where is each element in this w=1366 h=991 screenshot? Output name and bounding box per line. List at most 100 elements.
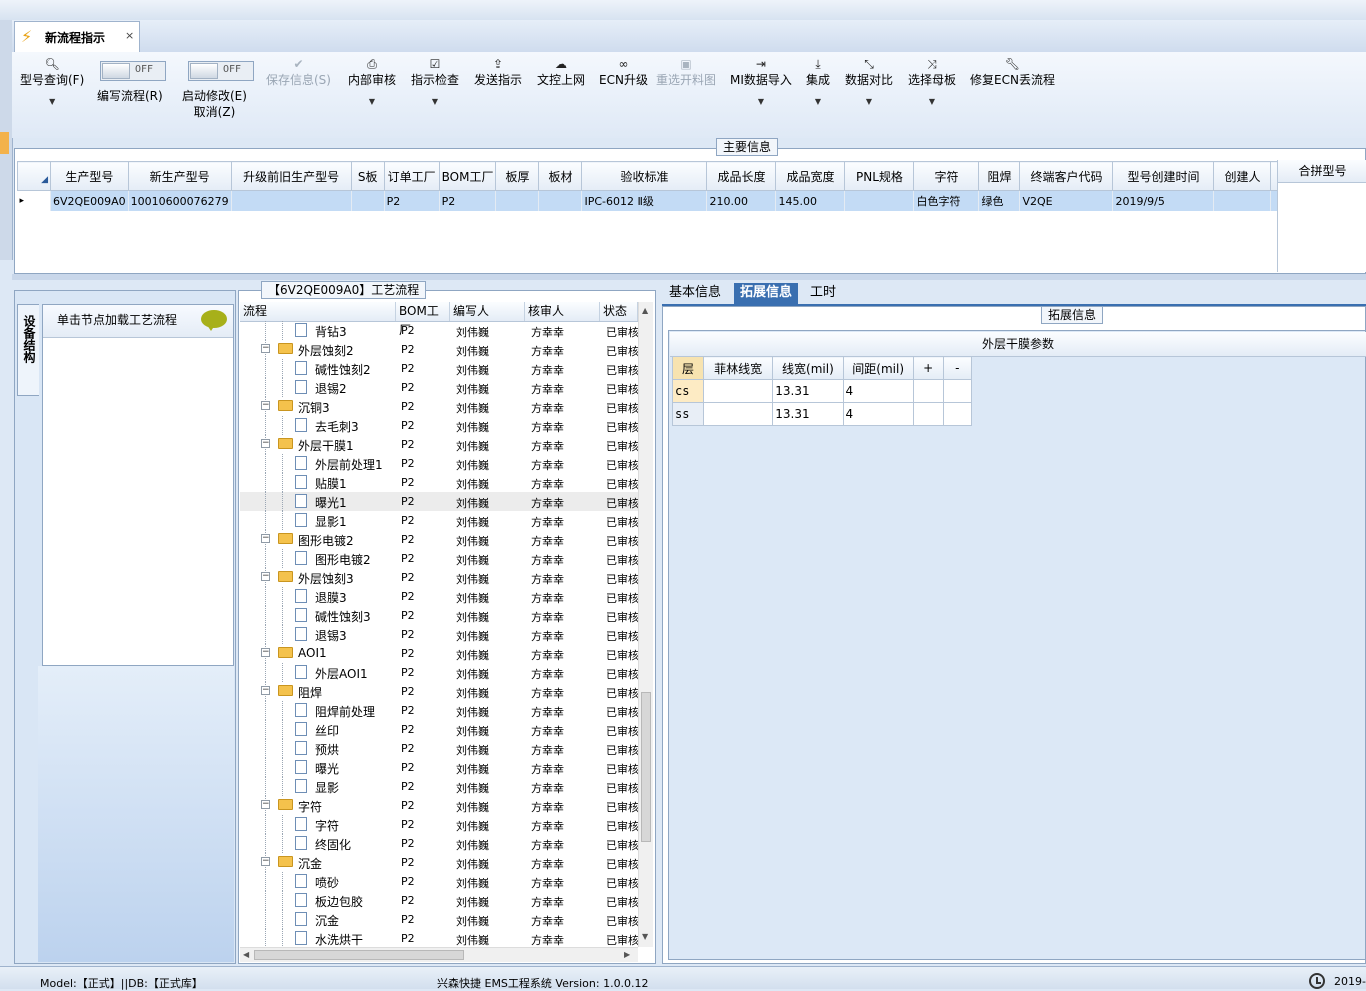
collapse-toggle-icon[interactable]: − — [261, 534, 270, 543]
main-col-header[interactable]: 终端客户代码 — [1019, 161, 1114, 191]
tab-work-hours[interactable]: 工时 — [804, 283, 842, 307]
main-col-header[interactable]: 字符 — [913, 161, 980, 191]
table-cell[interactable]: 绿色 — [978, 190, 1021, 211]
main-col-header[interactable]: 验收标准 — [581, 161, 708, 191]
tree-row[interactable]: 去毛刺3 P2 刘伟巍 方幸幸 已审核 — [240, 416, 638, 435]
table-cell[interactable] — [912, 379, 944, 403]
tree-row[interactable]: 外层AOI1 P2 刘伟巍 方幸幸 已审核 — [240, 663, 638, 682]
tree-row[interactable]: 曝光1 P2 刘伟巍 方幸幸 已审核 — [240, 492, 638, 511]
main-col-header[interactable]: 升级前旧生产型号 — [230, 161, 352, 191]
table-cell[interactable]: P2 — [439, 190, 497, 211]
film-col-header[interactable]: 层 — [672, 356, 704, 380]
tree-row[interactable]: 曝光 P2 刘伟巍 方幸幸 已审核 — [240, 758, 638, 777]
table-cell[interactable]: 13.31 — [772, 379, 844, 403]
tree-row[interactable]: − 外层蚀刻2 P2 刘伟巍 方幸幸 已审核 — [240, 340, 638, 359]
table-row[interactable]: ▸ 6V2QE009A0 10010600076279 P2 P2 IPC-6012 Ⅱ级… — [17, 190, 1329, 211]
table-cell[interactable] — [495, 190, 540, 211]
main-col-header[interactable]: 创建人 — [1213, 161, 1272, 191]
tree-row[interactable]: − AOI1 P2 刘伟巍 方幸幸 已审核 — [240, 644, 638, 663]
collapse-toggle-icon[interactable]: − — [261, 800, 270, 809]
tree-row[interactable]: 沉金 P2 刘伟巍 方幸幸 已审核 — [240, 910, 638, 929]
main-col-header[interactable]: S板 — [350, 161, 385, 191]
table-cell[interactable] — [702, 402, 774, 426]
col-writer[interactable]: 编写人 — [450, 302, 525, 321]
main-col-header[interactable]: 板厚 — [495, 161, 540, 191]
tree-row[interactable]: 阻焊前处理 P2 刘伟巍 方幸幸 已审核 — [240, 701, 638, 720]
scroll-up-icon[interactable]: ▲ — [642, 306, 648, 315]
tree-row[interactable]: − 外层干膜1 P2 刘伟巍 方幸幸 已审核 — [240, 435, 638, 454]
main-col-header[interactable]: 阻焊 — [978, 161, 1021, 191]
table-cell[interactable] — [844, 190, 915, 211]
tree-row[interactable]: 退膜3 P2 刘伟巍 方幸幸 已审核 — [240, 587, 638, 606]
table-cell[interactable]: 4 — [842, 402, 914, 426]
table-cell[interactable] — [351, 190, 385, 211]
film-col-header[interactable]: 菲林线宽 — [702, 356, 774, 380]
tree-row[interactable]: 丝印 P2 刘伟巍 方幸幸 已审核 — [240, 720, 638, 739]
table-cell[interactable] — [942, 379, 973, 403]
ecn-upgrade-button[interactable]: ∞ ECN升级 — [599, 56, 648, 88]
film-col-header[interactable]: - — [942, 356, 973, 380]
scroll-right-icon[interactable]: ▶ — [624, 950, 630, 959]
col-bom-factory[interactable]: BOM工厂 — [396, 302, 450, 337]
main-col-header[interactable]: PNL规格 — [844, 161, 915, 191]
table-cell[interactable]: 10010600076279 — [128, 190, 232, 211]
tree-row[interactable]: 背钻3 P2 刘伟巍 方幸幸 已审核 — [240, 321, 638, 340]
tab-device-structure[interactable]: 设备结构 — [17, 304, 39, 396]
collapse-toggle-icon[interactable]: − — [261, 439, 270, 448]
tree-row[interactable]: − 图形电镀2 P2 刘伟巍 方幸幸 已审核 — [240, 530, 638, 549]
mi-import-button[interactable]: ⇥ MI数据导入 ▼ — [730, 56, 792, 108]
doc-upload-button[interactable]: ☁ 文控上网 — [537, 56, 585, 88]
tree-row[interactable]: 板边包胶 P2 刘伟巍 方幸幸 已审核 — [240, 891, 638, 910]
main-col-header[interactable]: BOM工厂 — [438, 161, 497, 191]
tree-row[interactable]: 碱性蚀刻2 P2 刘伟巍 方幸幸 已审核 — [240, 359, 638, 378]
table-cell[interactable]: 2019/9/5 — [1112, 190, 1215, 211]
table-cell[interactable]: 210.00 — [706, 190, 777, 211]
table-cell[interactable]: ss — [672, 402, 704, 426]
collapse-toggle-icon[interactable]: − — [261, 401, 270, 410]
collapse-toggle-icon[interactable]: − — [261, 686, 270, 695]
col-reviewer[interactable]: 核审人 — [525, 302, 600, 321]
internal-review-button[interactable]: ⎙ 内部审核 ▼ — [348, 56, 396, 108]
tree-row[interactable]: 碱性蚀刻3 P2 刘伟巍 方幸幸 已审核 — [240, 606, 638, 625]
tree-row[interactable]: 贴膜1 P2 刘伟巍 方幸幸 已审核 — [240, 473, 638, 492]
table-row[interactable]: ss 13.31 4 — [672, 402, 973, 426]
query-button[interactable]: 🔍︎ 型号查询(F) ▼ — [20, 56, 84, 108]
collapse-toggle-icon[interactable]: − — [261, 648, 270, 657]
data-compare-button[interactable]: ⤡ 数据对比 ▼ — [845, 56, 893, 108]
tree-row[interactable]: 退锡2 P2 刘伟巍 方幸幸 已审核 — [240, 378, 638, 397]
table-cell[interactable]: cs — [672, 379, 704, 403]
save-button[interactable]: ✔ 保存信息(S) — [266, 56, 331, 88]
main-col-header[interactable]: 新生产型号 — [127, 161, 232, 191]
table-cell[interactable]: 6V2QE009A0 — [50, 190, 129, 211]
collapse-toggle-icon[interactable]: − — [261, 572, 270, 581]
tree-row[interactable]: 退锡3 P2 刘伟巍 方幸幸 已审核 — [240, 625, 638, 644]
tree-row[interactable]: − 阻焊 P2 刘伟巍 方幸幸 已审核 — [240, 682, 638, 701]
tree-row[interactable]: − 外层蚀刻3 P2 刘伟巍 方幸幸 已审核 — [240, 568, 638, 587]
collapse-toggle-icon[interactable]: − — [261, 857, 270, 866]
table-cell[interactable] — [912, 402, 944, 426]
tab-basic-info[interactable]: 基本信息 — [663, 283, 727, 307]
col-status[interactable]: 状态 — [600, 302, 638, 321]
write-flow-toggle[interactable]: OFF — [100, 61, 166, 81]
main-col-header[interactable]: 订单工厂 — [383, 161, 440, 191]
repair-ecn-button[interactable]: 🔧︎ 修复ECN丢流程 — [970, 56, 1055, 88]
tree-row[interactable]: 终固化 P2 刘伟巍 方幸幸 已审核 — [240, 834, 638, 853]
collapse-toggle-icon[interactable]: − — [261, 344, 270, 353]
tree-row[interactable]: 预烘 P2 刘伟巍 方幸幸 已审核 — [240, 739, 638, 758]
tree-row[interactable]: 显影1 P2 刘伟巍 方幸幸 已审核 — [240, 511, 638, 530]
table-cell[interactable]: P2 — [384, 190, 440, 211]
table-cell[interactable] — [942, 402, 973, 426]
main-col-header[interactable]: 板材 — [538, 161, 583, 191]
tree-row[interactable]: 喷砂 P2 刘伟巍 方幸幸 已审核 — [240, 872, 638, 891]
tab-extended-info[interactable]: 拓展信息 — [734, 283, 799, 307]
table-cell[interactable]: 13.31 — [772, 402, 844, 426]
select-master-button[interactable]: ⤨ 选择母板 ▼ — [908, 56, 956, 108]
instruction-check-button[interactable]: ☑ 指示检查 ▼ — [411, 56, 459, 108]
table-cell[interactable] — [702, 379, 774, 403]
start-edit-toggle[interactable]: OFF — [188, 61, 254, 81]
table-cell[interactable]: 4 — [842, 379, 914, 403]
scroll-thumb[interactable] — [641, 692, 651, 842]
reselect-cut-button[interactable]: ▣ 重选开料图 — [656, 56, 716, 88]
tree-row[interactable]: 水洗烘干 P2 刘伟巍 方幸幸 已审核 — [240, 929, 638, 947]
send-instruction-button[interactable]: ⇪ 发送指示 — [474, 56, 522, 88]
